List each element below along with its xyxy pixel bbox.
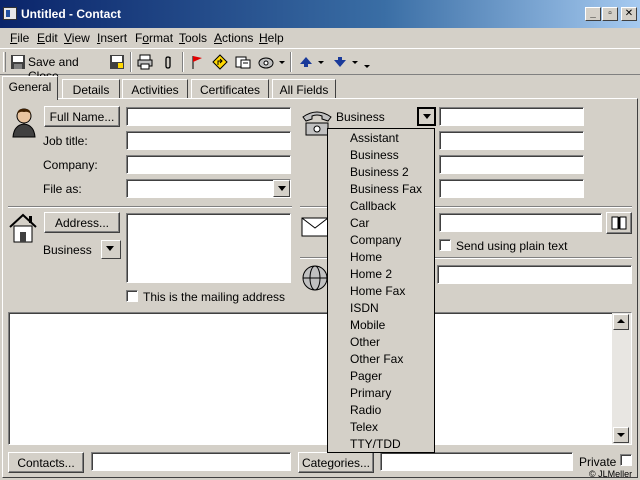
- notes-field[interactable]: [8, 312, 632, 445]
- home-phone-field[interactable]: [439, 131, 584, 150]
- dropdown-option[interactable]: Mobile: [350, 318, 385, 332]
- file-as-combobox[interactable]: [126, 179, 291, 198]
- contact-form: Full Name... Job title: Company: File as…: [0, 0, 640, 480]
- mailing-address-checkbox[interactable]: [126, 290, 138, 302]
- dropdown-option[interactable]: Business 2: [350, 165, 409, 179]
- send-plain-text-checkbox[interactable]: [439, 239, 451, 251]
- company-label: Company:: [43, 158, 98, 172]
- dropdown-option[interactable]: Company: [350, 233, 401, 247]
- categories-field[interactable]: [380, 452, 573, 471]
- section-divider: [8, 206, 292, 208]
- dropdown-option[interactable]: Pager: [350, 369, 382, 383]
- mailing-address-label: This is the mailing address: [143, 290, 286, 304]
- dropdown-option[interactable]: Assistant: [350, 131, 399, 145]
- mobile-phone-field[interactable]: [439, 179, 584, 198]
- scroll-down-button[interactable]: [613, 427, 629, 443]
- scroll-up-arrow-icon: [617, 319, 625, 323]
- dropdown-option[interactable]: Home Fax: [350, 284, 405, 298]
- full-name-field[interactable]: [126, 107, 291, 126]
- dropdown-option[interactable]: Radio: [350, 403, 381, 417]
- file-as-dropdown-button[interactable]: [273, 180, 290, 197]
- dropdown-option[interactable]: Business: [350, 148, 399, 162]
- job-title-field[interactable]: [126, 131, 291, 150]
- address-field[interactable]: [126, 213, 291, 283]
- phone-type-label: Business: [336, 110, 385, 124]
- notes-scrollbar[interactable]: [612, 313, 631, 444]
- dropdown-option[interactable]: Home 2: [350, 267, 392, 281]
- scroll-up-button[interactable]: [613, 314, 629, 330]
- address-book-icon: [611, 216, 627, 230]
- web-page-address-field[interactable]: [437, 265, 632, 284]
- address-type-label: Business: [43, 243, 92, 257]
- company-field[interactable]: [126, 155, 291, 174]
- private-label: Private: [579, 455, 617, 469]
- scroll-down-arrow-icon: [617, 433, 625, 437]
- contacts-field[interactable]: [91, 452, 291, 471]
- dropdown-option[interactable]: Business Fax: [350, 182, 422, 196]
- dropdown-option[interactable]: Other Fax: [350, 352, 403, 366]
- send-plain-text-label: Send using plain text: [456, 239, 568, 253]
- business-phone-field[interactable]: [439, 107, 584, 126]
- dropdown-option[interactable]: ISDN: [350, 301, 379, 315]
- address-button[interactable]: Address...: [44, 212, 120, 233]
- address-type-dropdown-button[interactable]: [101, 240, 121, 259]
- dropdown-option[interactable]: Telex: [350, 420, 378, 434]
- address-book-button[interactable]: [606, 212, 632, 234]
- private-checkbox[interactable]: [620, 454, 632, 466]
- phone-type-dropdown-button[interactable]: [417, 107, 436, 126]
- file-as-label: File as:: [43, 182, 82, 196]
- dropdown-option[interactable]: TTY/TDD: [350, 437, 401, 451]
- dropdown-option[interactable]: Primary: [350, 386, 391, 400]
- web-page-globe-icon: [302, 265, 328, 291]
- person-icon: [12, 108, 36, 138]
- house-icon: [9, 213, 37, 243]
- dropdown-option[interactable]: Callback: [350, 199, 396, 213]
- phone-type-dropdown-list[interactable]: Assistant Business Business 2 Business F…: [327, 128, 435, 453]
- envelope-icon: [301, 217, 329, 237]
- email-field[interactable]: [439, 213, 602, 232]
- categories-button[interactable]: Categories...: [298, 452, 374, 473]
- dropdown-option[interactable]: Other: [350, 335, 380, 349]
- dropdown-option[interactable]: Home: [350, 250, 382, 264]
- full-name-button[interactable]: Full Name...: [44, 106, 120, 127]
- copyright-watermark: © JLMeller: [589, 469, 633, 479]
- business-fax-field[interactable]: [439, 155, 584, 174]
- dropdown-option[interactable]: Car: [350, 216, 369, 230]
- contacts-button[interactable]: Contacts...: [8, 452, 84, 473]
- job-title-label: Job title:: [43, 134, 88, 148]
